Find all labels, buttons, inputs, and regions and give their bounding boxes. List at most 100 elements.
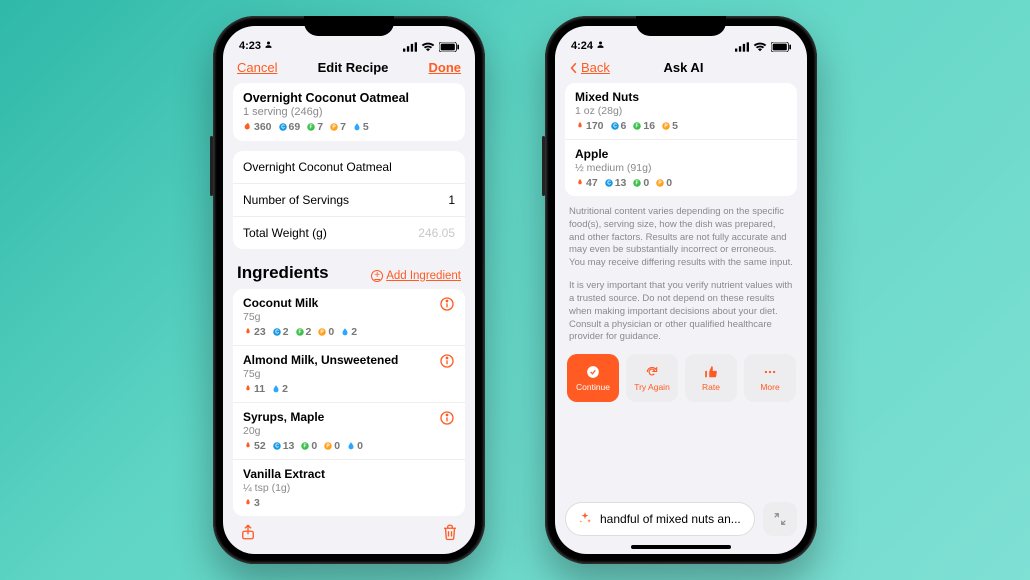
person-icon <box>596 40 605 49</box>
share-button[interactable] <box>239 523 257 546</box>
done-button[interactable]: Done <box>428 60 461 75</box>
flame-icon <box>243 327 253 337</box>
carb-icon: C <box>272 441 282 451</box>
chevron-left-icon <box>569 62 579 74</box>
signal-icon <box>735 42 749 52</box>
carb-icon: C <box>278 122 288 132</box>
signal-icon <box>403 42 417 52</box>
thumbs-up-icon <box>704 365 718 379</box>
protein-icon: P <box>323 441 333 451</box>
flame-icon <box>243 384 253 394</box>
servings-label: Number of Servings <box>243 193 349 207</box>
bottom-toolbar <box>223 517 475 554</box>
food-results-card: Mixed Nuts 1 oz (28g) 170 C6 F16 P5 Appl… <box>565 83 797 196</box>
servings-value: 1 <box>448 193 455 207</box>
person-icon <box>264 40 273 49</box>
food-name: Apple <box>575 147 787 161</box>
flame-icon <box>575 121 585 131</box>
search-value: handful of mixed nuts an... <box>600 512 741 526</box>
ingredient-row[interactable]: Vanilla Extract ¼ tsp (1g) 3 <box>233 459 465 516</box>
battery-icon <box>771 42 791 52</box>
navigation-bar: Cancel Edit Recipe Done <box>223 54 475 83</box>
ingredient-name: Vanilla Extract <box>243 467 455 481</box>
recipe-name-field[interactable]: Overnight Coconut Oatmeal <box>233 151 465 183</box>
svg-text:F: F <box>636 124 639 130</box>
search-input[interactable]: handful of mixed nuts an... <box>565 502 755 536</box>
info-icon[interactable] <box>439 296 455 315</box>
check-circle-icon <box>586 365 600 379</box>
delete-button[interactable] <box>441 523 459 546</box>
servings-field[interactable]: Number of Servings 1 <box>233 183 465 216</box>
nav-title: Edit Recipe <box>318 60 389 75</box>
svg-text:C: C <box>613 124 617 130</box>
home-indicator[interactable] <box>631 545 731 549</box>
more-button[interactable]: More <box>744 354 796 402</box>
water-icon <box>352 122 362 132</box>
recipe-name-value: Overnight Coconut Oatmeal <box>243 160 392 174</box>
info-icon[interactable] <box>439 410 455 429</box>
ingredients-card: Coconut Milk 75g 23 C2 F2 P0 2 <box>233 289 465 516</box>
weight-label: Total Weight (g) <box>243 226 327 240</box>
screen-left: 4:23 Cancel Edit Recipe Done Overnight C… <box>223 26 475 554</box>
carb-icon: C <box>604 178 614 188</box>
food-amount: ½ medium (91g) <box>575 162 787 174</box>
flame-icon <box>243 441 253 451</box>
collapse-icon <box>773 512 787 526</box>
content-left: Overnight Coconut Oatmeal 1 serving (246… <box>223 83 475 517</box>
disclaimer-2: It is very important that you verify nut… <box>565 280 797 344</box>
recipe-nutrients: 360 C69 F7 P7 5 <box>243 121 455 133</box>
add-ingredient-button[interactable]: + Add Ingredient <box>371 270 461 282</box>
recipe-serving-text: 1 serving (246g) <box>243 106 455 118</box>
fat-icon: F <box>632 178 642 188</box>
continue-button[interactable]: Continue <box>567 354 619 402</box>
info-icon[interactable] <box>439 353 455 372</box>
protein-icon: P <box>655 178 665 188</box>
rate-button[interactable]: Rate <box>685 354 737 402</box>
status-time: 4:23 <box>239 40 273 52</box>
food-name: Mixed Nuts <box>575 90 787 104</box>
more-icon <box>763 365 777 379</box>
search-bar-row: handful of mixed nuts an... <box>555 502 807 542</box>
fat-icon: F <box>306 122 316 132</box>
navigation-bar: Back Ask AI <box>555 54 807 83</box>
ingredients-header: Ingredients + Add Ingredient <box>233 259 465 289</box>
screen-right: 4:24 Back Ask AI Mixed Nuts 1 oz (28g) <box>555 26 807 554</box>
svg-text:C: C <box>281 125 285 131</box>
weight-field[interactable]: Total Weight (g) 246.05 <box>233 216 465 249</box>
protein-icon: P <box>329 122 339 132</box>
phone-right: 4:24 Back Ask AI Mixed Nuts 1 oz (28g) <box>545 16 817 564</box>
ingredient-row[interactable]: Syrups, Maple 20g 52 C13 F0 P0 0 <box>233 402 465 459</box>
fat-icon: F <box>632 121 642 131</box>
collapse-button[interactable] <box>763 502 797 536</box>
ingredient-name: Coconut Milk <box>243 296 431 310</box>
carb-icon: C <box>272 327 282 337</box>
ingredient-amount: ¼ tsp (1g) <box>243 482 455 494</box>
fat-icon: F <box>300 441 310 451</box>
cancel-button[interactable]: Cancel <box>237 60 277 75</box>
ingredient-amount: 75g <box>243 311 431 323</box>
wifi-icon <box>421 42 435 52</box>
recipe-summary-card[interactable]: Overnight Coconut Oatmeal 1 serving (246… <box>233 83 465 141</box>
water-icon <box>271 384 281 394</box>
nav-title: Ask AI <box>663 60 703 75</box>
protein-icon: P <box>317 327 327 337</box>
svg-text:F: F <box>304 444 307 450</box>
food-item[interactable]: Mixed Nuts 1 oz (28g) 170 C6 F16 P5 <box>565 83 797 139</box>
food-item[interactable]: Apple ½ medium (91g) 47 C13 F0 P0 <box>565 139 797 196</box>
ingredient-amount: 75g <box>243 368 431 380</box>
recipe-fields-card: Overnight Coconut Oatmeal Number of Serv… <box>233 151 465 249</box>
flame-icon <box>243 122 253 132</box>
battery-icon <box>439 42 459 52</box>
svg-text:F: F <box>636 181 639 187</box>
try-again-button[interactable]: Try Again <box>626 354 678 402</box>
ingredient-amount: 20g <box>243 425 431 437</box>
svg-text:C: C <box>275 330 279 336</box>
back-button[interactable]: Back <box>569 60 610 75</box>
svg-text:F: F <box>310 125 313 131</box>
status-time: 4:24 <box>571 40 605 52</box>
ingredient-row[interactable]: Almond Milk, Unsweetened 75g 11 2 <box>233 345 465 402</box>
svg-text:C: C <box>275 444 279 450</box>
flame-icon <box>243 498 253 508</box>
ingredient-row[interactable]: Coconut Milk 75g 23 C2 F2 P0 2 <box>233 289 465 345</box>
water-icon <box>340 327 350 337</box>
